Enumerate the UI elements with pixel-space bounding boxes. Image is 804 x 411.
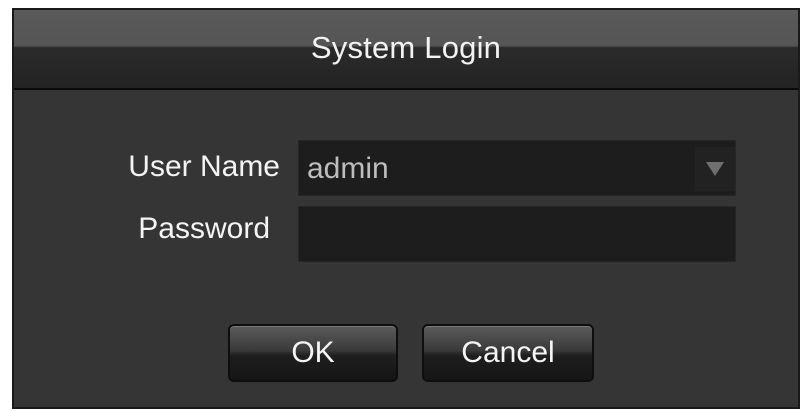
user-name-dropdown[interactable]: admin bbox=[298, 140, 736, 196]
dialog-body: User Name admin Password OK Cancel bbox=[14, 92, 798, 407]
dialog-title: System Login bbox=[310, 30, 502, 65]
title-bar: System Login bbox=[14, 10, 798, 90]
ok-button[interactable]: OK bbox=[228, 324, 398, 382]
dropdown-button[interactable] bbox=[695, 147, 735, 191]
password-label: Password bbox=[138, 212, 270, 245]
password-field[interactable] bbox=[298, 206, 736, 262]
chevron-down-icon bbox=[706, 162, 724, 176]
user-name-label: User Name bbox=[128, 150, 280, 183]
login-dialog: System Login User Name admin Password OK… bbox=[12, 8, 800, 409]
cancel-button[interactable]: Cancel bbox=[422, 324, 594, 382]
password-input[interactable] bbox=[299, 207, 735, 261]
user-name-value: admin bbox=[307, 152, 389, 185]
